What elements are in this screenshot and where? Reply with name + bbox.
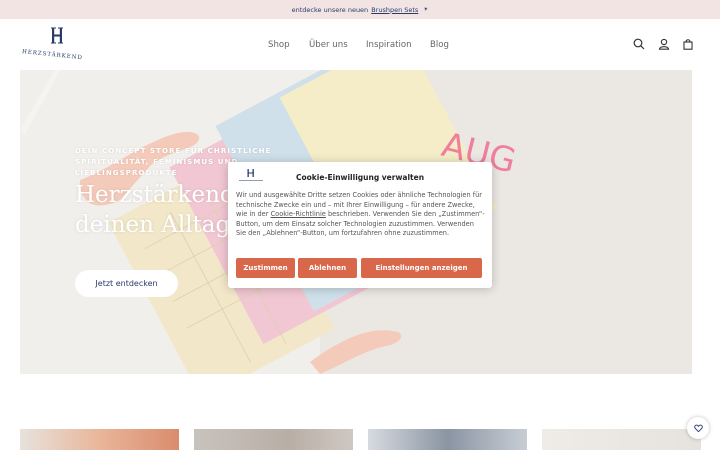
cookie-dialog-text: Wir und ausgewählte Dritte setzen Cookie… [236,191,486,239]
cart-icon[interactable] [682,38,694,50]
sparkle-icon: ✴ [423,6,429,13]
announcement-link[interactable]: Brushpen Sets [371,6,418,14]
site-header: HERZSTÄRKEND Shop Über uns Inspiration B… [0,19,720,70]
nav-item-inspiration[interactable]: Inspiration [366,40,412,50]
account-icon[interactable] [658,38,670,50]
product-card-2[interactable] [194,429,353,450]
logo-mark [51,27,63,44]
product-card-4[interactable] [542,429,701,450]
header-icons [632,38,702,52]
cookie-dialog-title: Cookie-Einwilligung verwalten [295,173,425,182]
nav-item-ueber-uns[interactable]: Über uns [309,40,348,50]
product-cards [20,429,701,450]
cookie-settings-button[interactable]: Einstellungen anzeigen [361,258,482,278]
cookie-accept-button[interactable]: Zustimmen [236,258,295,278]
nav-item-shop[interactable]: Shop [268,40,290,50]
cookie-consent-dialog: Cookie-Einwilligung verwalten Wir und au… [228,162,492,288]
chat-button[interactable] [687,417,709,439]
cookie-policy-link[interactable]: Cookie-Richtlinie [271,210,326,218]
hero-cta-button[interactable]: Jetzt entdecken [75,270,178,297]
heart-chat-icon [693,424,703,432]
logo-wordmark: HERZSTÄRKEND [21,49,83,62]
product-card-3[interactable] [368,429,527,450]
announcement-bar: entdecke unsere neuen Brushpen Sets ✴ [0,0,720,19]
announcement-text: entdecke unsere neuen [291,5,369,14]
cookie-reject-button[interactable]: Ablehnen [298,258,357,278]
nav-item-blog[interactable]: Blog [430,40,449,50]
site-logo[interactable]: HERZSTÄRKEND [22,26,98,64]
hero-eyebrow-line-1: DEIN CONCEPT STORE FÜR CHRISTLICHE [75,147,272,155]
search-icon[interactable] [633,38,645,50]
product-card-1[interactable] [20,429,179,450]
